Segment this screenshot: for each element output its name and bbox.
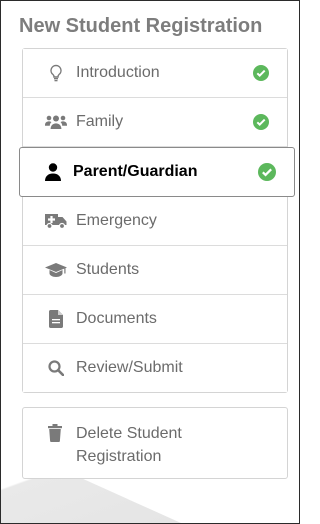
step-family[interactable]: Family	[23, 98, 287, 147]
users-icon	[45, 112, 67, 132]
step-holder: Parent/Guardian	[19, 147, 295, 197]
ambulance-icon	[45, 211, 67, 231]
step-documents[interactable]: Documents	[23, 295, 287, 344]
delete-label: Delete Student Registration	[76, 425, 182, 465]
steps-menu: Introduction Family Parent/Guardian Emer…	[19, 48, 295, 393]
step-label: Introduction	[76, 64, 160, 81]
step-label: Documents	[76, 310, 157, 327]
document-icon	[45, 309, 67, 329]
step-label: Review/Submit	[76, 359, 183, 376]
step-students[interactable]: Students	[23, 246, 287, 295]
lightbulb-icon	[45, 63, 67, 83]
step-emergency[interactable]: Emergency	[23, 197, 287, 246]
delete-registration-button[interactable]: Delete Student Registration	[22, 407, 288, 479]
page-title: New Student Registration	[19, 15, 263, 37]
check-circle-icon	[253, 65, 269, 81]
step-label: Parent/Guardian	[73, 163, 198, 180]
search-icon	[45, 358, 67, 378]
graduation-cap-icon	[45, 260, 67, 280]
trash-icon	[48, 424, 64, 442]
step-parent-guardian[interactable]: Parent/Guardian	[19, 147, 295, 197]
step-review-submit[interactable]: Review/Submit	[23, 344, 287, 392]
check-circle-icon	[253, 114, 269, 130]
step-label: Emergency	[76, 212, 157, 229]
step-introduction[interactable]: Introduction	[23, 49, 287, 98]
user-icon	[42, 162, 64, 182]
step-label: Students	[76, 261, 140, 278]
step-label: Family	[76, 113, 124, 130]
check-circle-icon	[258, 163, 276, 181]
registration-panel: New Student Registration Introduction Fa…	[0, 0, 300, 524]
